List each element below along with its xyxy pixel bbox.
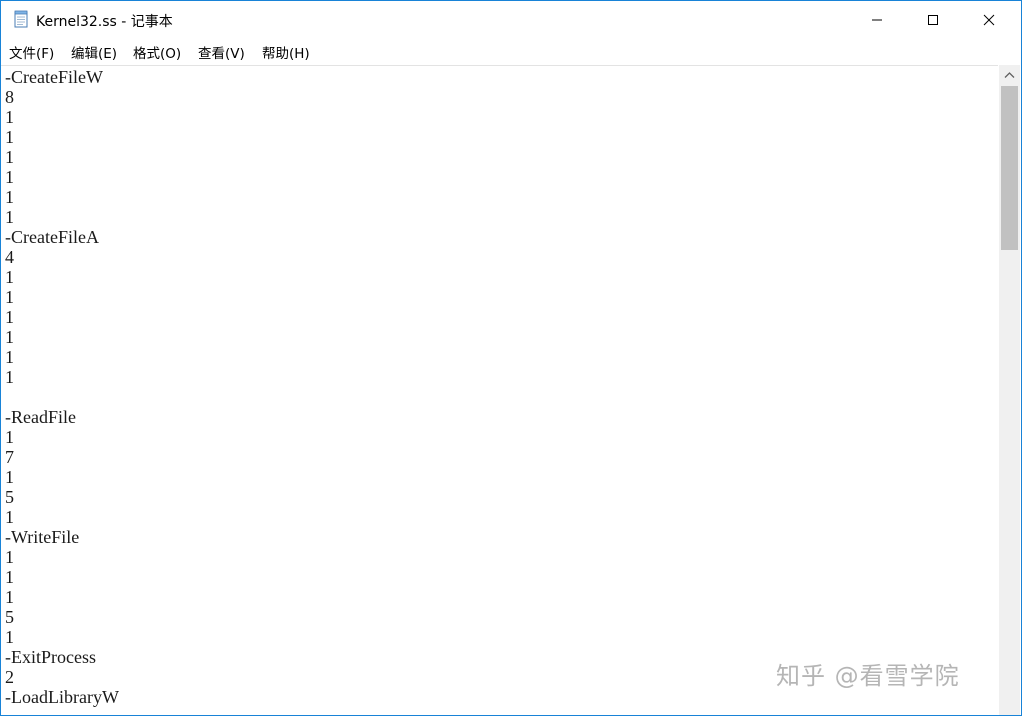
text-line: -ReadFile [5, 407, 76, 427]
text-line: -WriteFile [5, 527, 80, 547]
text-line: 5 [5, 487, 14, 507]
text-line: 1 [5, 287, 14, 307]
text-line: 1 [5, 167, 14, 187]
text-line: 2 [5, 667, 14, 687]
text-line: 1 [5, 467, 14, 487]
menu-format[interactable]: 格式(O) [133, 42, 181, 62]
menu-edit[interactable]: 编辑(E) [71, 42, 117, 62]
menu-view[interactable]: 查看(V) [198, 42, 245, 62]
text-line: 1 [5, 187, 14, 207]
text-line: 1 [5, 267, 14, 287]
text-line: 1 [5, 627, 14, 647]
text-line: 1 [5, 147, 14, 167]
text-line: 8 [5, 87, 14, 107]
vertical-scrollbar[interactable] [999, 65, 1020, 715]
close-icon [983, 14, 995, 26]
text-editor-area[interactable]: -CreateFileW 8 1 1 1 1 1 1 -CreateFileA 4 1 1 1 1 1 1 -R… [1, 65, 998, 715]
close-button[interactable] [966, 1, 1012, 38]
text-line: 5 [5, 607, 14, 627]
watermark-text: 知乎 @看雪学院 [776, 662, 960, 690]
text-line: 7 [5, 447, 14, 467]
text-line: -CreateFileA [5, 227, 99, 247]
text-line: 1 [5, 427, 14, 447]
text-line: 1 [5, 347, 14, 367]
window-title: Kernel32.ss - 记事本 [36, 14, 173, 30]
maximize-button[interactable] [910, 1, 956, 38]
text-line: 1 [5, 587, 14, 607]
text-line: -LoadLibraryW [5, 687, 119, 707]
editor-text[interactable]: -CreateFileW 8 1 1 1 1 1 1 -CreateFileA 4 1 1 1 1 1 1 -R… [5, 67, 119, 707]
text-line: 1 [5, 207, 14, 227]
notepad-app-icon[interactable] [12, 10, 30, 28]
text-line: -CreateFileW [5, 67, 103, 87]
text-line: 1 [5, 567, 14, 587]
text-line: 4 [5, 247, 14, 267]
text-line: 1 [5, 367, 14, 387]
text-line [5, 387, 119, 407]
text-line: 1 [5, 507, 14, 527]
menu-bar: 文件(F) 编辑(E) 格式(O) 查看(V) 帮助(H) [1, 39, 1021, 63]
text-line: -ExitProcess [5, 647, 96, 667]
menu-help[interactable]: 帮助(H) [262, 42, 310, 62]
maximize-icon [928, 15, 938, 25]
text-line: 1 [5, 327, 14, 347]
text-line: 1 [5, 307, 14, 327]
menu-file[interactable]: 文件(F) [9, 42, 54, 62]
notepad-window: Kernel32.ss - 记事本 文件(F) 编辑(E) 格式(O) 查看(V… [0, 0, 1022, 716]
minimize-button[interactable] [854, 1, 900, 38]
text-line: 1 [5, 107, 14, 127]
chevron-up-icon [1004, 72, 1015, 78]
title-bar[interactable]: Kernel32.ss - 记事本 [1, 1, 1021, 38]
scroll-up-button[interactable] [999, 65, 1020, 85]
text-line: 1 [5, 547, 14, 567]
text-line: 1 [5, 127, 14, 147]
minimize-icon [872, 19, 882, 21]
scrollbar-thumb[interactable] [1001, 86, 1018, 250]
